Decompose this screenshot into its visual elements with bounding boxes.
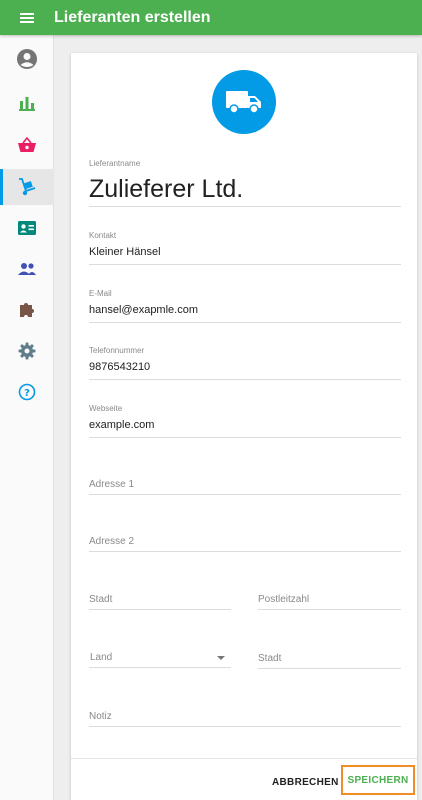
help-icon: ? (18, 383, 36, 401)
sidebar-item-help[interactable]: ? (0, 374, 54, 410)
sidebar: ? (0, 35, 54, 800)
basket-icon (18, 137, 36, 152)
supplier-name-value: Zulieferer Ltd. (89, 175, 244, 203)
sidebar-item-users[interactable] (0, 251, 54, 287)
email-field[interactable]: E-Mail hansel@exapmle.com (89, 287, 401, 323)
gear-icon (18, 342, 36, 360)
app-bar: Lieferanten erstellen (0, 0, 422, 35)
address1-placeholder: Adresse 1 (89, 479, 135, 490)
city-field[interactable]: Stadt (89, 588, 231, 610)
email-label: E-Mail (89, 289, 112, 298)
contact-field[interactable]: Kontakt Kleiner Hänsel (89, 229, 401, 265)
notes-placeholder: Notiz (89, 711, 112, 722)
truck-icon (226, 91, 261, 114)
menu-icon (20, 12, 34, 23)
supplier-avatar (212, 70, 276, 134)
address2-placeholder: Adresse 2 (89, 536, 135, 547)
country-placeholder: Land (90, 652, 113, 663)
notes-field[interactable]: Notiz (89, 705, 401, 727)
sidebar-item-account[interactable] (0, 41, 54, 77)
dolly-icon (19, 178, 36, 196)
postal-code-field[interactable]: Postleitzahl (258, 588, 401, 610)
svg-text:?: ? (24, 388, 30, 399)
city-placeholder: Stadt (89, 594, 113, 605)
address2-field[interactable]: Adresse 2 (89, 530, 401, 552)
sidebar-item-statistics[interactable] (0, 85, 54, 121)
sidebar-item-suppliers[interactable] (0, 169, 54, 205)
phone-value: 9876543210 (89, 361, 151, 373)
state-field[interactable]: Stadt (258, 647, 401, 669)
chevron-down-icon (217, 656, 225, 660)
form-actions: ABBRECHEN SPEICHERN (71, 758, 417, 800)
website-field[interactable]: Webseite example.com (89, 402, 401, 438)
contact-label: Kontakt (89, 231, 117, 240)
page-title: Lieferanten erstellen (54, 8, 211, 26)
sidebar-item-plugins[interactable] (0, 292, 54, 328)
sidebar-item-shop[interactable] (0, 127, 54, 163)
puzzle-icon (20, 303, 34, 317)
phone-label: Telefonnummer (89, 346, 145, 355)
supplier-name-label: Lieferantname (89, 159, 141, 168)
cancel-button[interactable]: ABBRECHEN (272, 777, 339, 788)
state-placeholder: Stadt (258, 653, 282, 664)
website-value: example.com (89, 419, 155, 431)
save-button[interactable]: SPEICHERN (341, 765, 415, 795)
phone-field[interactable]: Telefonnummer 9876543210 (89, 344, 401, 380)
email-value: hansel@exapmle.com (89, 304, 198, 316)
contact-value: Kleiner Hänsel (89, 246, 161, 258)
supplier-name-field[interactable]: Lieferantname Zulieferer Ltd. (89, 157, 401, 207)
menu-button[interactable] (0, 0, 54, 35)
supplier-form-card: Lieferantname Zulieferer Ltd. Kontakt Kl… (71, 53, 417, 800)
sidebar-item-customers[interactable] (0, 210, 54, 246)
bar-chart-icon (19, 97, 35, 111)
account-circle-icon (17, 49, 37, 69)
postal-code-placeholder: Postleitzahl (258, 594, 310, 605)
sidebar-item-settings[interactable] (0, 333, 54, 369)
people-icon (18, 263, 36, 275)
contact-card-icon (18, 221, 36, 235)
address1-field[interactable]: Adresse 1 (89, 473, 401, 495)
website-label: Webseite (89, 404, 123, 413)
country-select[interactable]: Land (89, 646, 231, 668)
